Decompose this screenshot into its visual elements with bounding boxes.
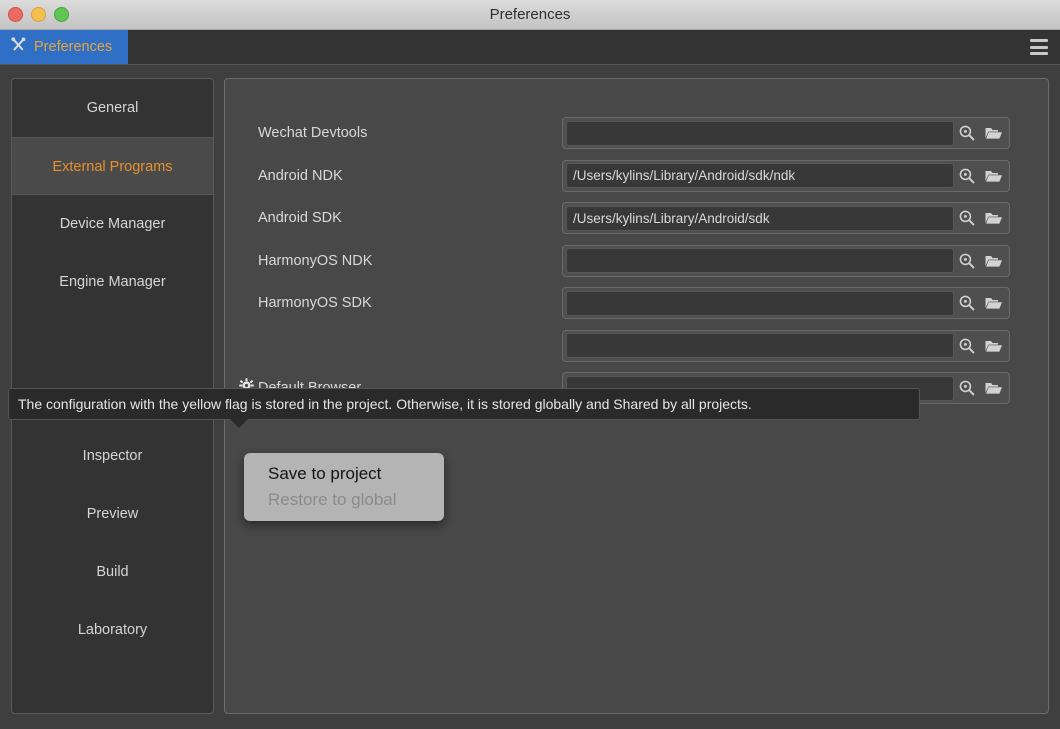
menu-item-label: Save to project bbox=[268, 464, 382, 483]
sidebar-item-inspector[interactable]: Inspector bbox=[12, 427, 213, 485]
folder-open-icon[interactable] bbox=[980, 248, 1006, 274]
sidebar-item-device-manager[interactable]: Device Manager bbox=[12, 195, 213, 253]
hamburger-icon[interactable] bbox=[1030, 39, 1048, 55]
tooltip-arrow-icon bbox=[230, 419, 248, 428]
settings-row-harmonyos-ndk: HarmonyOS NDK bbox=[225, 240, 1048, 283]
sidebar-item-label: External Programs bbox=[52, 159, 173, 175]
folder-open-icon[interactable] bbox=[980, 375, 1006, 401]
sidebar-item-preview[interactable]: Preview bbox=[12, 485, 213, 543]
magnifier-icon[interactable] bbox=[954, 205, 980, 231]
settings-row-wechat-devtools: Wechat Devtools bbox=[225, 112, 1048, 155]
sidebar-item-engine-manager[interactable]: Engine Manager bbox=[12, 253, 213, 311]
settings-row-occluded bbox=[225, 325, 1048, 368]
row-label: HarmonyOS NDK bbox=[258, 252, 373, 269]
magnifier-icon[interactable] bbox=[954, 163, 980, 189]
hamburger-line bbox=[1030, 52, 1048, 55]
settings-row-android-sdk: Android SDK bbox=[225, 197, 1048, 240]
hamburger-line bbox=[1030, 39, 1048, 42]
path-field-group bbox=[562, 117, 1010, 150]
magnifier-icon[interactable] bbox=[954, 120, 980, 146]
menu-item-save-to-project[interactable]: Save to project bbox=[244, 461, 444, 487]
sidebar-item-label: Device Manager bbox=[59, 216, 166, 232]
sidebar-item-label: Engine Manager bbox=[59, 274, 166, 290]
magnifier-icon[interactable] bbox=[954, 290, 980, 316]
harmonyos-sdk-path-input[interactable] bbox=[566, 290, 954, 316]
window-title: Preferences bbox=[489, 6, 571, 23]
sidebar-item-label: Inspector bbox=[82, 448, 143, 464]
tab-bar: Preferences bbox=[0, 30, 1060, 65]
tab-preferences[interactable]: Preferences bbox=[0, 30, 129, 64]
row-label: Android SDK bbox=[258, 210, 342, 227]
menu-item-restore-to-global[interactable]: Restore to global bbox=[244, 487, 444, 513]
row-label: HarmonyOS SDK bbox=[258, 295, 372, 312]
sidebar-item-general[interactable]: General bbox=[12, 79, 213, 137]
row-label: Android NDK bbox=[258, 167, 343, 184]
folder-open-icon[interactable] bbox=[980, 333, 1006, 359]
sidebar-item-label: General bbox=[86, 100, 139, 116]
tooltip-text: The configuration with the yellow flag i… bbox=[18, 396, 752, 412]
magnifier-icon[interactable] bbox=[954, 248, 980, 274]
content-area: General External Programs Device Manager… bbox=[0, 66, 1060, 729]
settings-row-android-ndk: Android NDK bbox=[225, 155, 1048, 198]
window-titlebar: Preferences bbox=[0, 0, 1060, 30]
hamburger-line bbox=[1030, 45, 1048, 49]
sidebar-item-external-programs[interactable]: External Programs bbox=[12, 137, 213, 195]
harmonyos-ndk-path-input[interactable] bbox=[566, 248, 954, 274]
wechat-devtools-path-input[interactable] bbox=[566, 120, 954, 146]
magnifier-icon[interactable] bbox=[954, 333, 980, 359]
tab-preferences-label: Preferences bbox=[34, 39, 113, 55]
sidebar-item-hidden[interactable] bbox=[12, 311, 213, 369]
sidebar-item-label: Laboratory bbox=[77, 622, 148, 638]
settings-row-harmonyos-sdk: HarmonyOS SDK bbox=[225, 282, 1048, 325]
sidebar-item-label: Build bbox=[96, 564, 129, 580]
occluded-path-input[interactable] bbox=[566, 333, 954, 359]
row-label: Wechat Devtools bbox=[258, 125, 368, 142]
path-field-group bbox=[562, 287, 1010, 320]
menu-item-label: Restore to global bbox=[268, 490, 397, 509]
context-menu: Save to project Restore to global bbox=[244, 453, 444, 521]
path-field-group bbox=[562, 202, 1010, 235]
folder-open-icon[interactable] bbox=[980, 163, 1006, 189]
path-field-group bbox=[562, 159, 1010, 192]
folder-open-icon[interactable] bbox=[980, 120, 1006, 146]
sidebar-item-build[interactable]: Build bbox=[12, 543, 213, 601]
tools-icon bbox=[10, 36, 27, 58]
android-sdk-path-input[interactable] bbox=[566, 205, 954, 231]
sidebar-item-laboratory[interactable]: Laboratory bbox=[12, 601, 213, 659]
android-ndk-path-input[interactable] bbox=[566, 163, 954, 189]
tooltip: The configuration with the yellow flag i… bbox=[8, 388, 920, 420]
folder-open-icon[interactable] bbox=[980, 290, 1006, 316]
path-field-group bbox=[562, 329, 1010, 362]
folder-open-icon[interactable] bbox=[980, 205, 1006, 231]
path-field-group bbox=[562, 244, 1010, 277]
sidebar-item-label: Preview bbox=[86, 506, 139, 522]
magnifier-icon[interactable] bbox=[954, 375, 980, 401]
